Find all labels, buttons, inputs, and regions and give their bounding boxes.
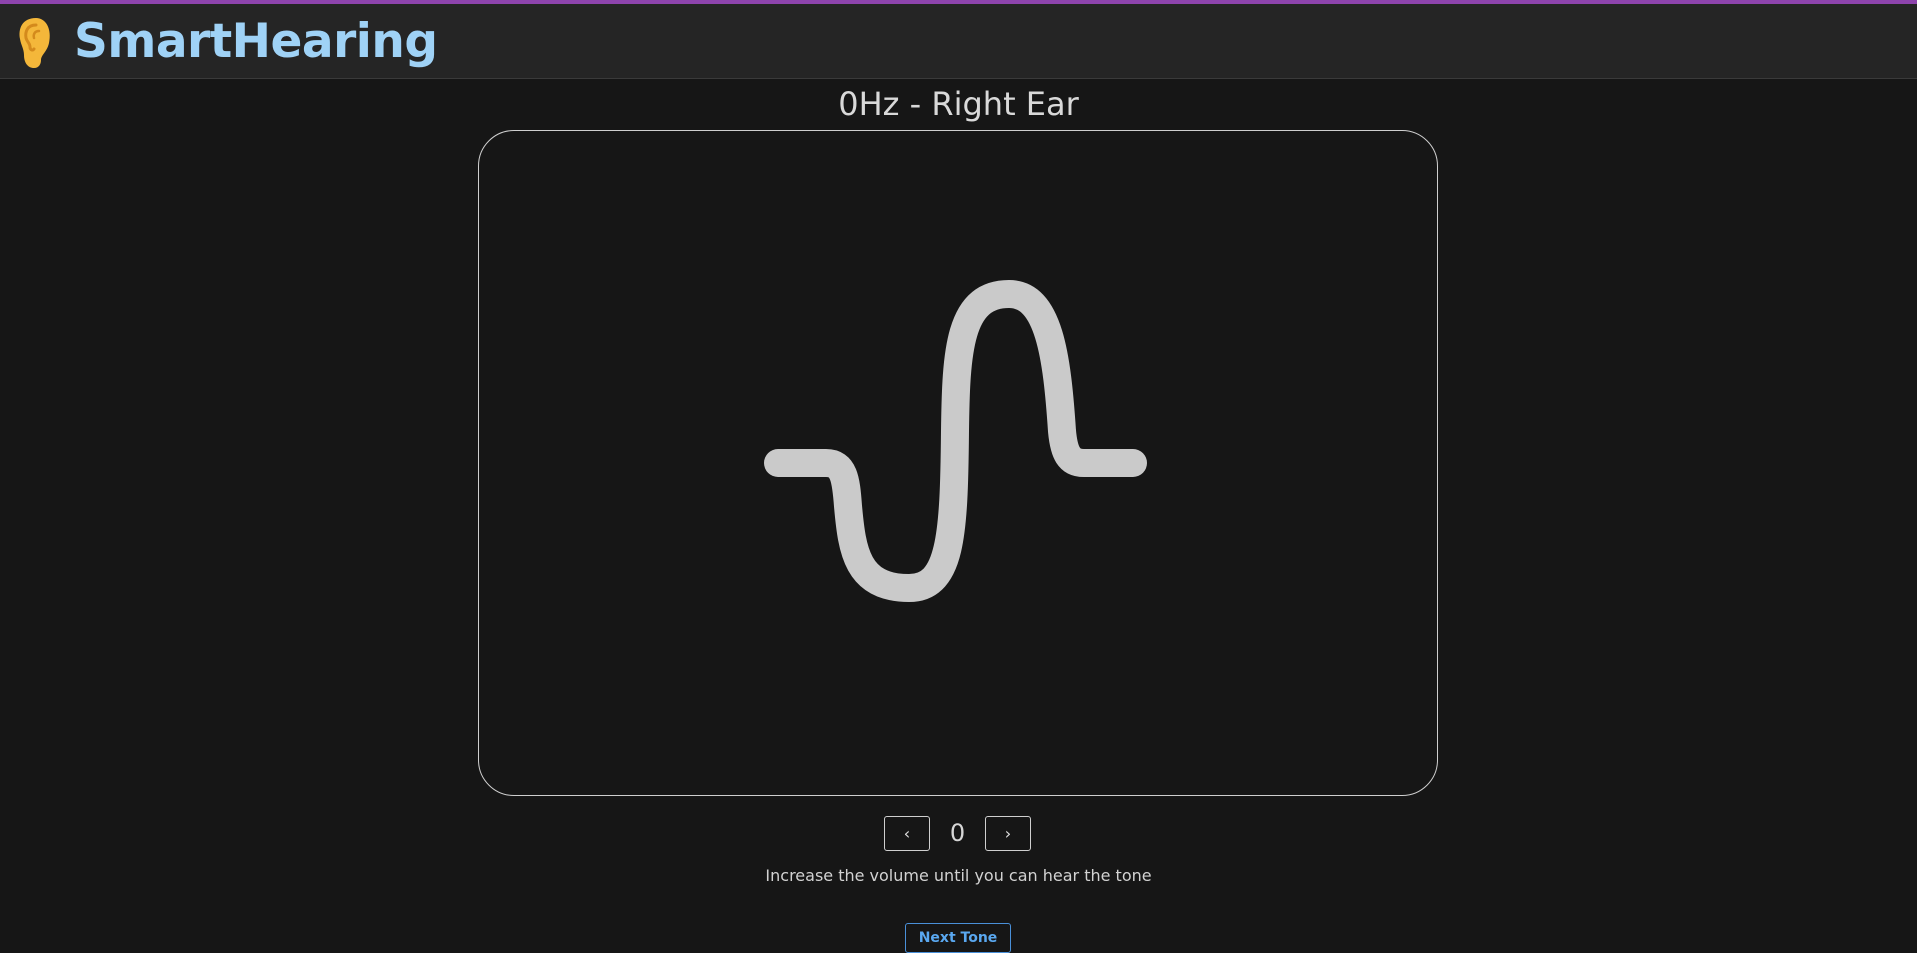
next-tone-button[interactable]: Next Tone — [905, 923, 1011, 953]
volume-value: 0 — [949, 819, 966, 847]
increase-volume-button[interactable]: › — [985, 816, 1031, 851]
tone-title: 0Hz - Right Ear — [838, 85, 1079, 123]
decrease-volume-button[interactable]: ‹ — [884, 816, 930, 851]
sine-wave-icon — [764, 280, 1147, 602]
tone-visual-panel — [478, 130, 1438, 796]
ear-icon — [19, 18, 50, 68]
volume-controls: ‹ 0 › — [0, 816, 1917, 852]
app-title: SmartHearing — [74, 14, 438, 69]
app-header: SmartHearing — [0, 4, 1917, 79]
instruction-text: Increase the volume until you can hear t… — [765, 866, 1152, 885]
